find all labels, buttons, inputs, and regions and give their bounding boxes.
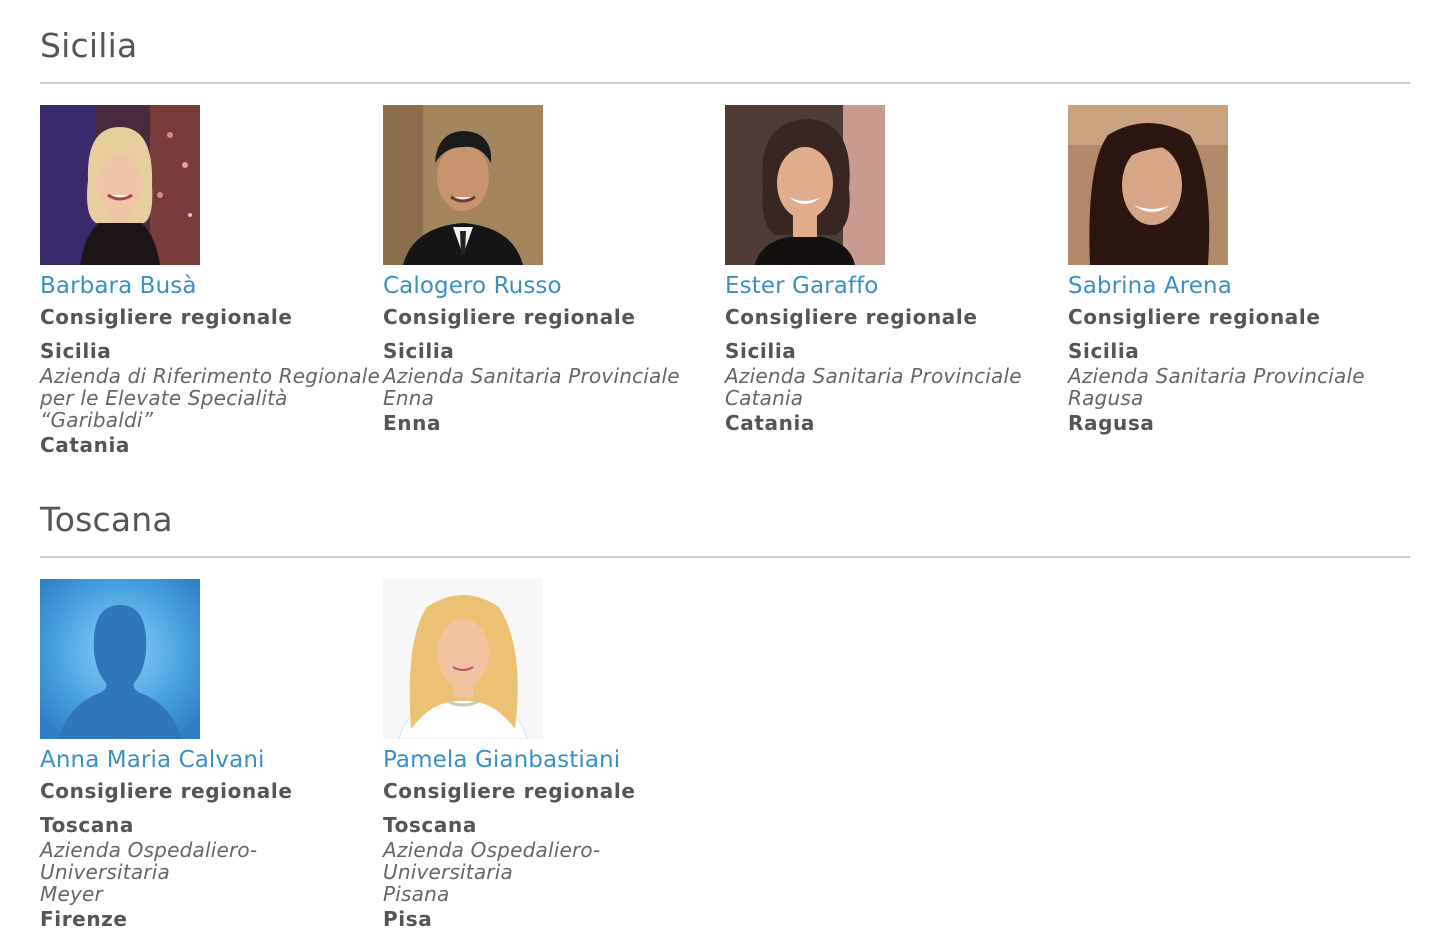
people-grid: Anna Maria Calvani Consigliere regionale… [40,579,1410,939]
person-city: Ragusa [1068,411,1155,435]
person-name-link[interactable]: Calogero Russo [383,269,723,303]
person-region: Toscana [40,813,134,837]
region-section-toscana: Toscana Anna Maria Calvani Consigliere r… [40,500,1410,939]
person-organization: Azienda Ospedaliero-Universitaria Pisana [383,838,601,906]
person-card: Ester Garaffo Consigliere regionale Sici… [725,105,1065,437]
person-organization: Azienda Sanitaria Provinciale Catania [725,364,1022,410]
person-organization: Azienda Sanitaria Provinciale Ragusa [1068,364,1365,410]
person-card: Barbara Busà Consigliere regionale Sicil… [40,105,380,459]
person-card: Pamela Gianbastiani Consigliere regional… [383,579,723,933]
person-organization: Azienda Sanitaria Provinciale Enna [383,364,680,410]
person-name-link[interactable]: Barbara Busà [40,269,380,303]
person-photo[interactable] [1068,105,1228,265]
person-role: Consigliere regionale [40,779,293,803]
person-name-link[interactable]: Anna Maria Calvani [40,743,380,777]
person-card: Calogero Russo Consigliere regionale Sic… [383,105,723,437]
person-card: Sabrina Arena Consigliere regionale Sici… [1068,105,1408,437]
person-region: Sicilia [725,339,797,363]
person-region: Sicilia [383,339,455,363]
person-role: Consigliere regionale [383,779,636,803]
person-name-link[interactable]: Ester Garaffo [725,269,1065,303]
person-region: Toscana [383,813,477,837]
region-divider [40,556,1410,558]
person-role: Consigliere regionale [725,305,978,329]
person-city: Enna [383,411,442,435]
person-organization: Azienda Ospedaliero-Universitaria Meyer [40,838,258,906]
person-photo[interactable] [383,579,543,739]
region-heading: Toscana [40,500,173,539]
person-photo[interactable] [40,579,200,739]
region-heading: Sicilia [40,26,138,65]
person-card: Anna Maria Calvani Consigliere regionale… [40,579,380,933]
page: Sicilia Barbara Busà Consigliere regiona… [0,0,1450,942]
person-city: Firenze [40,907,128,931]
person-role: Consigliere regionale [40,305,293,329]
person-region: Sicilia [1068,339,1140,363]
person-photo[interactable] [725,105,885,265]
person-city: Catania [40,433,131,457]
person-city: Pisa [383,907,433,931]
person-name-link[interactable]: Sabrina Arena [1068,269,1408,303]
region-divider [40,82,1410,84]
person-city: Catania [725,411,816,435]
people-grid: Barbara Busà Consigliere regionale Sicil… [40,105,1410,465]
person-organization: Azienda di Riferimento Regionale per le … [40,364,380,432]
person-region: Sicilia [40,339,112,363]
person-name-link[interactable]: Pamela Gianbastiani [383,743,723,777]
person-photo[interactable] [40,105,200,265]
region-section-sicilia: Sicilia Barbara Busà Consigliere regiona… [40,26,1410,465]
person-photo[interactable] [383,105,543,265]
person-role: Consigliere regionale [383,305,636,329]
person-silhouette-icon [40,579,200,739]
person-role: Consigliere regionale [1068,305,1321,329]
